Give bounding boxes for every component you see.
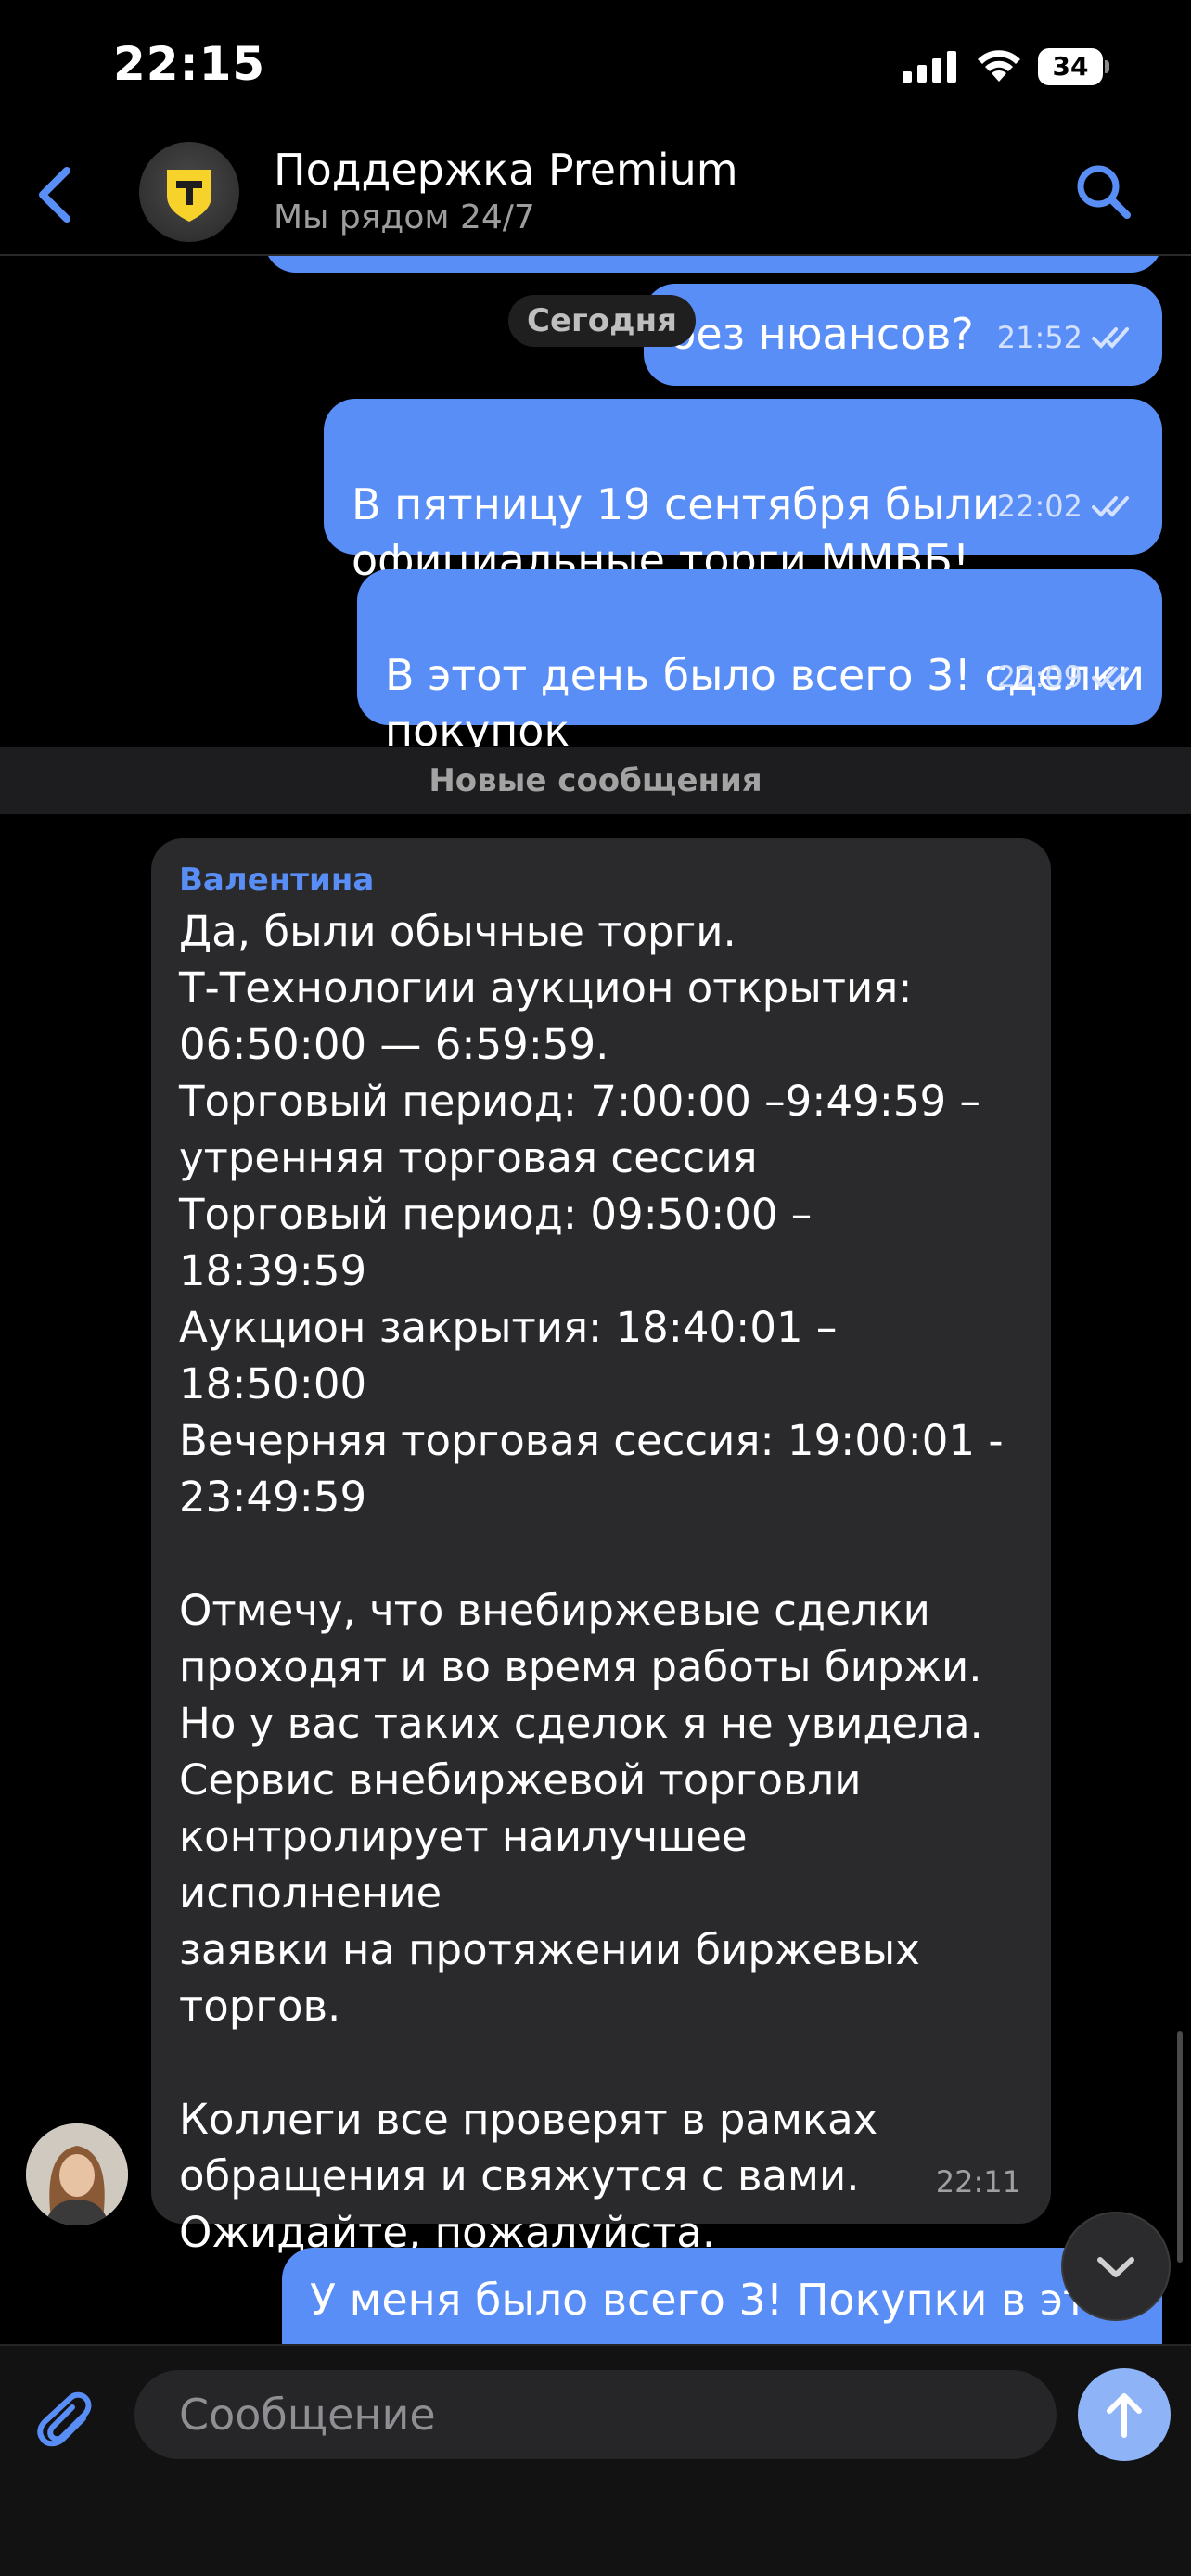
message-meta: 21:52 [997, 310, 1136, 365]
double-check-icon [1092, 496, 1129, 517]
message-bubble-outgoing[interactable]: без нюансов? 21:52 [644, 284, 1162, 386]
paperclip-icon[interactable] [35, 2391, 100, 2455]
battery-level: 34 [1052, 51, 1089, 82]
send-button[interactable] [1078, 2368, 1171, 2461]
message-meta: 22:02 [997, 478, 1136, 534]
scrollbar[interactable] [1177, 2031, 1183, 2263]
date-separator: Сегодня [508, 295, 696, 347]
message-meta: 22:09 [997, 649, 1136, 705]
message-bubble-outgoing[interactable]: В этот день было всего 3! сделки покупок… [357, 569, 1162, 756]
sender-name: Валентина [179, 861, 375, 899]
message-text: без нюансов? [670, 309, 974, 359]
message-time: 22:11 [935, 2164, 1021, 2200]
chevron-down-icon [1097, 2257, 1134, 2277]
message-time: 21:52 [996, 320, 1082, 355]
double-check-icon [1092, 667, 1129, 688]
chat-title: Поддержка Premium [274, 145, 738, 195]
status-bar: 22:15 34 [0, 0, 1191, 139]
message-bubble-outgoing[interactable]: В пятницу 19 сентября были официальные т… [324, 399, 1162, 585]
message-time: 22:02 [996, 489, 1082, 524]
person-photo-icon [26, 2123, 128, 2225]
arrow-up-icon [1107, 2393, 1142, 2438]
new-messages-divider: Новые сообщения [0, 747, 1191, 814]
sender-avatar[interactable] [26, 2123, 128, 2225]
chat-subtitle: Мы рядом 24/7 [274, 198, 535, 236]
message-time: 22:09 [996, 659, 1082, 695]
double-check-icon [1092, 327, 1129, 349]
message-input[interactable] [134, 2370, 1057, 2459]
message-composer [0, 2344, 1191, 2576]
scroll-to-bottom-button[interactable] [1061, 2212, 1171, 2321]
search-icon[interactable] [1071, 159, 1136, 224]
chat-header: Поддержка Premium Мы рядом 24/7 [0, 139, 1191, 256]
status-time: 22:15 [113, 37, 266, 91]
bank-shield-logo-icon [167, 170, 211, 222]
message-bubble-incoming[interactable]: Валентина Да, были обычные торги. Т-Техн… [151, 838, 1051, 2257]
support-avatar[interactable] [139, 142, 239, 242]
chat-screen: 22:15 34 Поддержка Premium Мы рядом 24/7… [0, 0, 1191, 2576]
message-text: Да, были обычные торги. Т-Технологии аук… [179, 907, 1004, 2257]
back-chevron-icon[interactable] [28, 158, 83, 232]
message-text: У меня было всего 3! Покупки в это [310, 2275, 1114, 2325]
cellular-signal-icon [903, 51, 956, 83]
wifi-icon [978, 50, 1020, 82]
battery-icon: 34 [1038, 48, 1110, 85]
